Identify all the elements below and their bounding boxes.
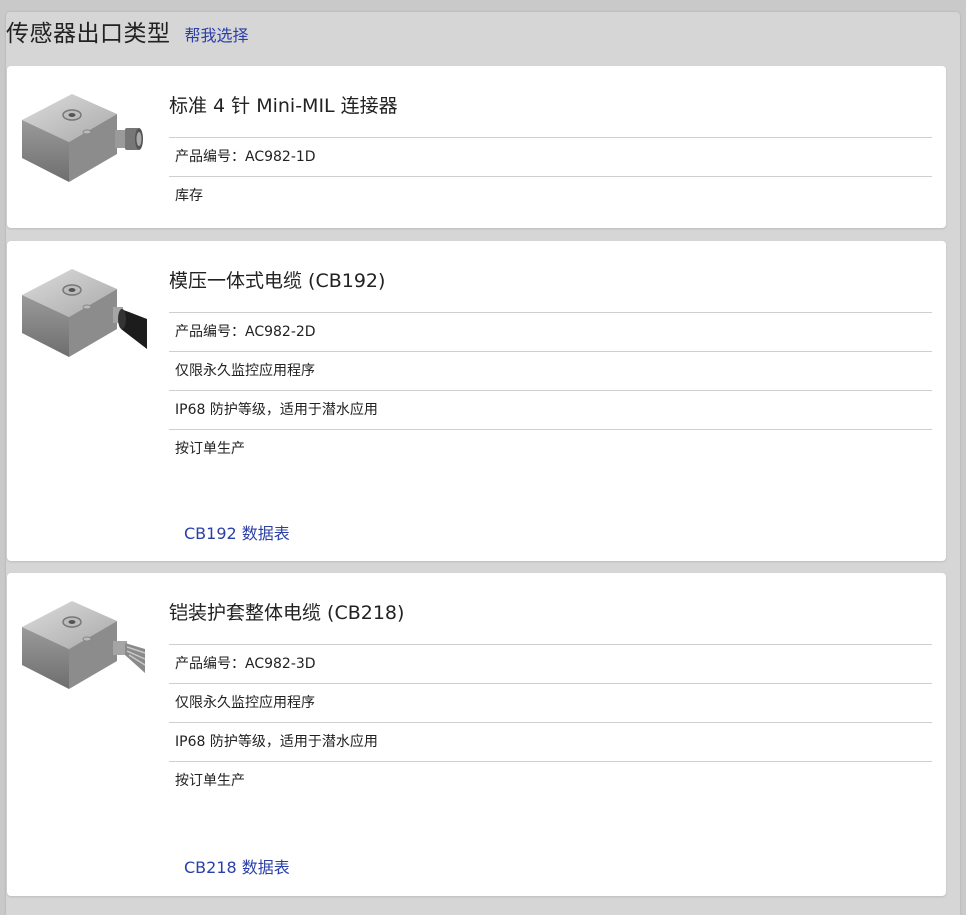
product-card-connector[interactable]: 标准 4 针 Mini-MIL 连接器 产品编号：AC982-1D 库存	[7, 66, 946, 228]
product-row: 产品编号：AC982-3D	[169, 644, 932, 683]
sensor-connector-icon	[22, 94, 143, 182]
page-title: 传感器出口类型	[6, 21, 171, 47]
product-row: 按订单生产	[169, 761, 932, 800]
product-row: 库存	[169, 176, 932, 215]
product-name: 模压一体式电缆 (CB192)	[169, 270, 386, 292]
product-row: IP68 防护等级，适用于潜水应用	[169, 390, 932, 429]
product-name: 铠装护套整体电缆 (CB218)	[169, 602, 405, 624]
product-info: 标准 4 针 Mini-MIL 连接器 产品编号：AC982-1D 库存	[169, 66, 932, 215]
help-me-choose-link[interactable]: 帮我选择	[185, 22, 249, 46]
sensor-molded-cable-icon	[22, 269, 147, 357]
product-row: 按订单生产	[169, 429, 932, 468]
product-card-armored-cable[interactable]: 铠装护套整体电缆 (CB218) 产品编号：AC982-3D 仅限永久监控应用程…	[7, 573, 946, 896]
product-row: IP68 防护等级，适用于潜水应用	[169, 722, 932, 761]
product-row: 产品编号：AC982-2D	[169, 312, 932, 351]
product-info: 模压一体式电缆 (CB192) 产品编号：AC982-2D 仅限永久监控应用程序…	[169, 241, 932, 468]
panel-header: 传感器出口类型 帮我选择	[6, 14, 249, 64]
product-row: 产品编号：AC982-1D	[169, 137, 932, 176]
product-name: 标准 4 针 Mini-MIL 连接器	[169, 95, 398, 117]
cb218-datasheet-link[interactable]: CB218 数据表	[184, 854, 290, 878]
cb192-datasheet-link[interactable]: CB192 数据表	[184, 520, 290, 544]
sensor-armored-cable-icon	[22, 601, 146, 689]
product-card-molded-cable[interactable]: 模压一体式电缆 (CB192) 产品编号：AC982-2D 仅限永久监控应用程序…	[7, 241, 946, 561]
product-row: 仅限永久监控应用程序	[169, 683, 932, 722]
product-row: 仅限永久监控应用程序	[169, 351, 932, 390]
product-info: 铠装护套整体电缆 (CB218) 产品编号：AC982-3D 仅限永久监控应用程…	[169, 573, 932, 800]
